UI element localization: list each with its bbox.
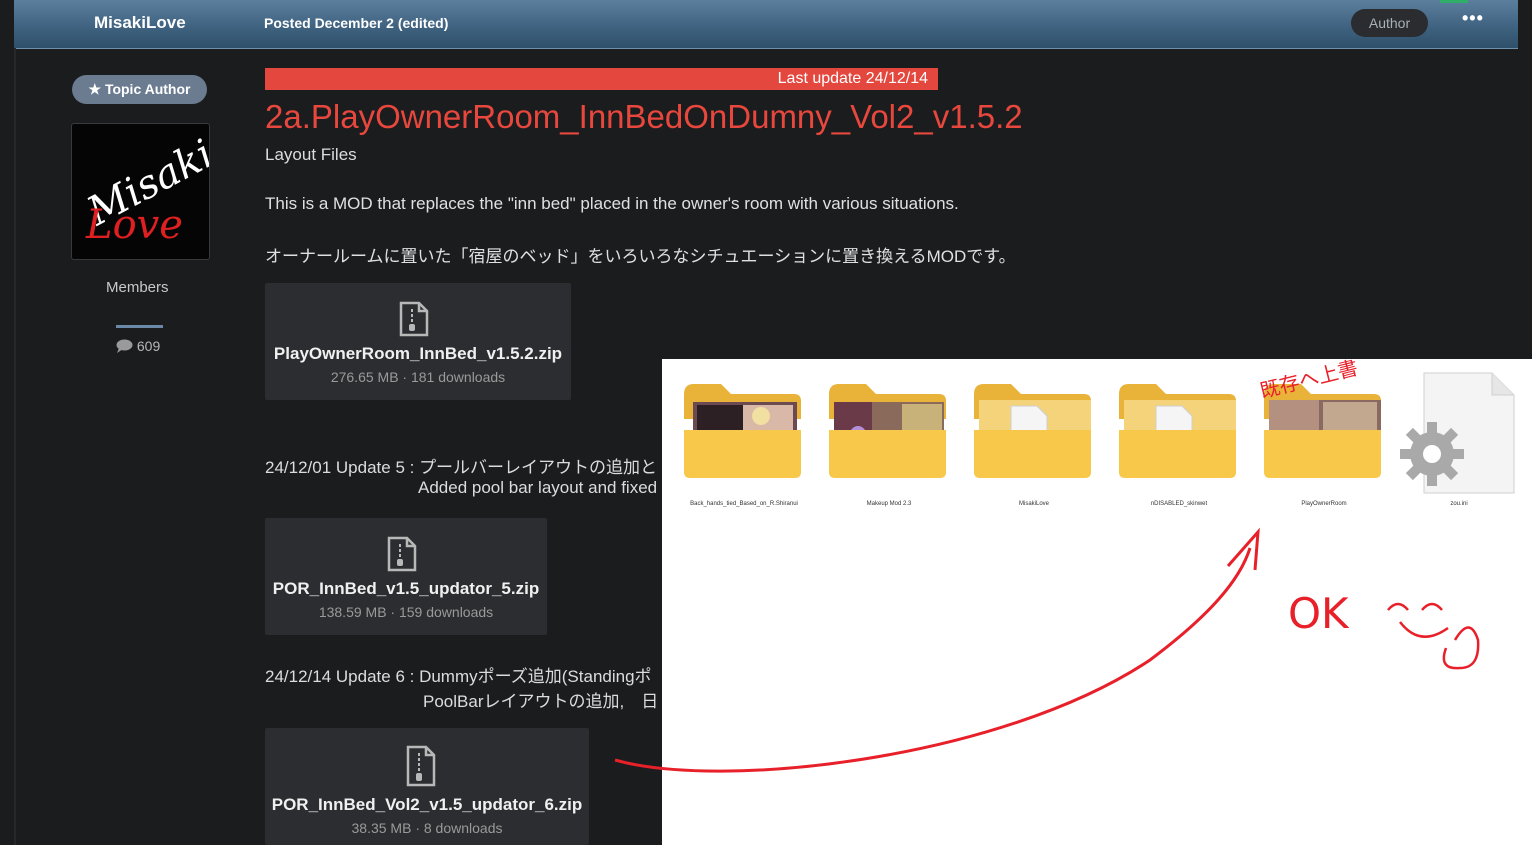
folder-label: MisakiLove — [1018, 501, 1049, 507]
last-update-text: Last update 24/12/14 — [777, 70, 928, 87]
update-6-line-1: 24/12/14 Update 6 : Dummyポーズ追加(Standingポ — [265, 667, 652, 686]
description-japanese: オーナールームに置いた「宿屋のベッド」をいろいろなシチュエーションに置き換えるM… — [265, 247, 1016, 266]
avatar-logo: Misaki Love — [79, 131, 221, 248]
comment-icon — [116, 339, 133, 353]
attachment-2-name[interactable]: POR_InnBed_v1.5_updator_5.zip — [265, 579, 547, 599]
divider — [116, 325, 163, 328]
folder-label: Back_hands_tied_Based_on_R.Shiranui — [690, 501, 798, 507]
description-english: This is a MOD that replaces the "inn bed… — [265, 194, 959, 213]
attachment-1-meta: 276.65 MB · 181 downloads — [330, 369, 506, 385]
zip-file-icon — [387, 536, 417, 572]
more-options-icon[interactable]: ••• — [1462, 8, 1484, 29]
folder-label: PlayOwnerRoom — [1301, 501, 1347, 507]
author-username[interactable]: MisakiLove — [94, 13, 186, 33]
topic-author-badge: ★ Topic Author — [72, 75, 207, 104]
folder-icon — [684, 384, 801, 478]
header-accent — [1440, 0, 1468, 3]
last-update-banner: Last update 24/12/14 — [265, 68, 938, 90]
post-title: 2a.PlayOwnerRoom_InnBedOnDumny_Vol2_v1.5… — [265, 98, 1023, 135]
post-subtitle: Layout Files — [265, 145, 357, 164]
folder-label: nDISABLED_skinwet — [1150, 501, 1208, 507]
avatar[interactable]: Misaki Love — [71, 123, 221, 260]
post-count: 609 — [116, 338, 160, 354]
attachment-3-name[interactable]: POR_InnBed_Vol2_v1.5_updator_6.zip — [265, 795, 589, 815]
post-date[interactable]: Posted December 2 (edited) — [264, 15, 448, 31]
folder-label: Makeup Mod 2.3 — [866, 501, 912, 507]
post-header-bar: MisakiLove Posted December 2 (edited) Au… — [14, 0, 1518, 49]
zip-file-icon — [399, 301, 429, 337]
attachment-3[interactable]: POR_InnBed_Vol2_v1.5_updator_6.zip 38.35… — [265, 728, 589, 845]
gear-icon — [1400, 422, 1464, 486]
attachment-2-meta: 138.59 MB · 159 downloads — [318, 604, 494, 620]
update-5-line-1: 24/12/01 Update 5 : プールバーレイアウトの追加と — [265, 458, 658, 477]
file-label: zou.ini — [1450, 501, 1468, 507]
settings-file-icon — [1400, 372, 1515, 494]
folder-icon — [1264, 384, 1381, 478]
left-rail — [14, 48, 16, 845]
file-explorer-overlay: Back_hands_tied_Based_on_R.Shiranui Make… — [662, 359, 1532, 845]
attachment-2[interactable]: POR_InnBed_v1.5_updator_5.zip 138.59 MB … — [265, 518, 547, 635]
member-role: Members — [106, 279, 169, 296]
folder-icon — [829, 384, 946, 478]
attachment-1[interactable]: PlayOwnerRoom_InnBed_v1.5.2.zip 276.65 M… — [265, 283, 571, 400]
attachment-1-name[interactable]: PlayOwnerRoom_InnBed_v1.5.2.zip — [265, 344, 571, 364]
post-count-value: 609 — [136, 338, 161, 354]
avatar-text-love: Love — [85, 202, 183, 248]
attachment-3-meta: 38.35 MB · 8 downloads — [351, 820, 503, 836]
update-6-line-2: PoolBarレイアウトの追加, 日 — [423, 692, 659, 711]
author-badge: Author — [1351, 9, 1428, 37]
folder-icon — [1119, 384, 1236, 478]
update-5-line-2: Added pool bar layout and fixed — [418, 478, 658, 497]
folder-icon — [974, 384, 1091, 478]
zip-file-icon — [406, 745, 436, 787]
